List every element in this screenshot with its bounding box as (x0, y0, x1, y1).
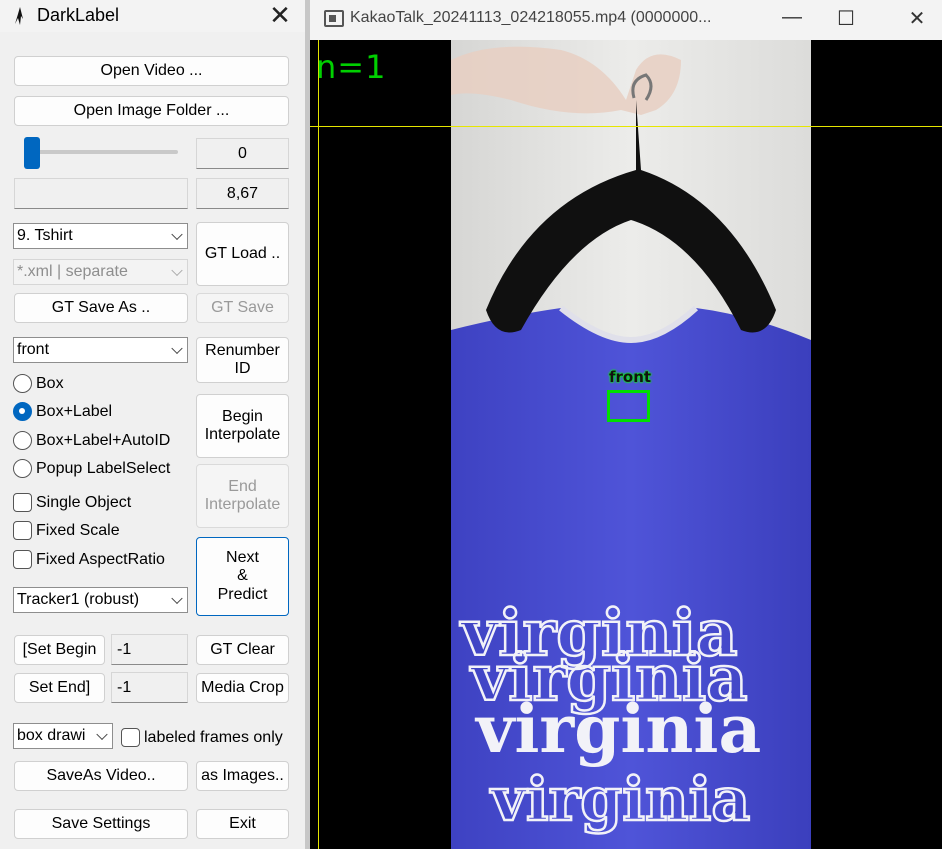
tracker-select[interactable]: Tracker1 (robust) (13, 587, 188, 613)
maximize-icon[interactable]: ☐ (831, 6, 861, 31)
set-begin-button[interactable]: [Set Begin (14, 635, 105, 665)
set-end-field[interactable]: -1 (111, 672, 188, 703)
video-frame-image: virginia virginia virginia virginia (451, 40, 811, 849)
chevron-down-icon (171, 592, 183, 605)
left-title-bar: DarkLabel ✕ (0, 0, 305, 32)
shirt-print-text-4: virginia (489, 765, 750, 835)
draw-mode-select[interactable]: box drawi (13, 723, 113, 749)
next-predict-line2: & (237, 567, 248, 585)
shirt-print-text-3: virginia (474, 690, 761, 768)
draw-mode-value: box drawi (17, 727, 86, 744)
renumber-id-button[interactable]: Renumber ID (196, 337, 289, 383)
gt-clear-button[interactable]: GT Clear (196, 635, 289, 665)
end-interpolate-button[interactable]: End Interpolate (196, 464, 289, 528)
fixed-aspectratio-checkbox[interactable]: Fixed AspectRatio (13, 550, 165, 569)
checkbox-icon (13, 493, 32, 512)
left-window-title: DarkLabel (37, 5, 120, 25)
radio-box[interactable]: Box (13, 374, 64, 393)
video-window-title: KakaoTalk_20241113_024218055.mp4 (000000… (350, 9, 712, 26)
set-end-button[interactable]: Set End] (14, 673, 105, 703)
frame-slider-thumb[interactable] (24, 137, 40, 169)
video-canvas[interactable]: virginia virginia virginia virginia n=1 … (310, 40, 942, 849)
darklabel-panel: DarkLabel ✕ Open Video ... Open Image Fo… (0, 0, 305, 849)
close-icon[interactable]: ✕ (268, 1, 292, 29)
open-video-button[interactable]: Open Video ... (14, 56, 289, 86)
frame-counter: n=1 (316, 48, 387, 86)
radio-box-label-autoid-label: Box+Label+AutoID (36, 431, 171, 449)
radio-box-label: Box (36, 374, 64, 392)
save-settings-button[interactable]: Save Settings (14, 809, 188, 839)
gt-load-button[interactable]: GT Load .. (196, 222, 289, 286)
begin-interpolate-button[interactable]: Begin Interpolate (196, 394, 289, 458)
chevron-down-icon (96, 728, 108, 741)
radio-circle-icon (13, 431, 32, 450)
checkbox-icon (121, 728, 140, 747)
frame-index-field[interactable]: 0 (196, 138, 289, 169)
format-select-value: *.xml | separate (17, 263, 128, 280)
label-select-value: front (17, 341, 50, 358)
as-images-button[interactable]: as Images.. (196, 761, 289, 791)
saveas-video-button[interactable]: SaveAs Video.. (14, 761, 188, 791)
end-interpolate-line1: End (228, 477, 257, 495)
chevron-down-icon (171, 264, 183, 277)
next-predict-button[interactable]: Next & Predict (196, 537, 289, 616)
tracker-select-value: Tracker1 (robust) (17, 591, 140, 608)
fixed-scale-label: Fixed Scale (36, 521, 120, 539)
radio-circle-icon (13, 374, 32, 393)
radio-box-label-autoid[interactable]: Box+Label+AutoID (13, 431, 170, 450)
minimize-icon[interactable]: — (777, 6, 807, 29)
radio-popup-labelselect[interactable]: Popup LabelSelect (13, 459, 170, 478)
crosshair-horizontal (310, 126, 942, 127)
class-select-value: 9. Tshirt (17, 227, 73, 244)
next-predict-line1: Next (226, 548, 259, 566)
fps-field: 8,67 (196, 178, 289, 209)
radio-box-label-mode[interactable]: Box+Label (13, 402, 112, 421)
label-select[interactable]: front (13, 337, 188, 363)
bounding-box[interactable] (607, 390, 650, 422)
video-window-icon (324, 10, 344, 27)
close-icon[interactable]: ✕ (902, 6, 932, 31)
gt-save-as-button[interactable]: GT Save As .. (14, 293, 188, 323)
radio-circle-icon (13, 402, 32, 421)
chevron-down-icon (171, 228, 183, 241)
set-begin-field[interactable]: -1 (111, 634, 188, 665)
chevron-down-icon (171, 342, 183, 355)
next-predict-line3: Predict (217, 585, 268, 603)
checkbox-icon (13, 521, 32, 540)
video-title-bar: KakaoTalk_20241113_024218055.mp4 (000000… (310, 0, 942, 40)
info-field (14, 178, 188, 209)
exit-button[interactable]: Exit (196, 809, 289, 839)
begin-interpolate-line1: Begin (222, 407, 263, 425)
single-object-label: Single Object (36, 493, 132, 511)
fixed-scale-checkbox[interactable]: Fixed Scale (13, 521, 120, 540)
format-select: *.xml | separate (13, 259, 188, 285)
single-object-checkbox[interactable]: Single Object (13, 493, 131, 512)
open-image-folder-button[interactable]: Open Image Folder ... (14, 96, 289, 126)
renumber-id-line1: Renumber (205, 341, 280, 359)
frame-slider-track[interactable] (26, 150, 178, 154)
checkbox-icon (13, 550, 32, 569)
darklabel-logo-icon (15, 7, 23, 25)
radio-circle-icon (13, 459, 32, 478)
class-select[interactable]: 9. Tshirt (13, 223, 188, 249)
begin-interpolate-line2: Interpolate (204, 426, 281, 443)
renumber-id-line2: ID (234, 360, 251, 377)
end-interpolate-line2: Interpolate (204, 496, 281, 513)
radio-box-label-label: Box+Label (36, 402, 113, 420)
labeled-frames-only-label: labeled frames only (144, 728, 283, 746)
crosshair-vertical (318, 40, 319, 849)
radio-popup-labelselect-label: Popup LabelSelect (36, 459, 171, 477)
fixed-aspectratio-label: Fixed AspectRatio (36, 550, 165, 568)
bounding-box-label: front (609, 368, 652, 386)
labeled-frames-only-checkbox[interactable]: labeled frames only (121, 728, 283, 747)
media-crop-button[interactable]: Media Crop (196, 673, 289, 703)
gt-save-button[interactable]: GT Save (196, 293, 289, 323)
